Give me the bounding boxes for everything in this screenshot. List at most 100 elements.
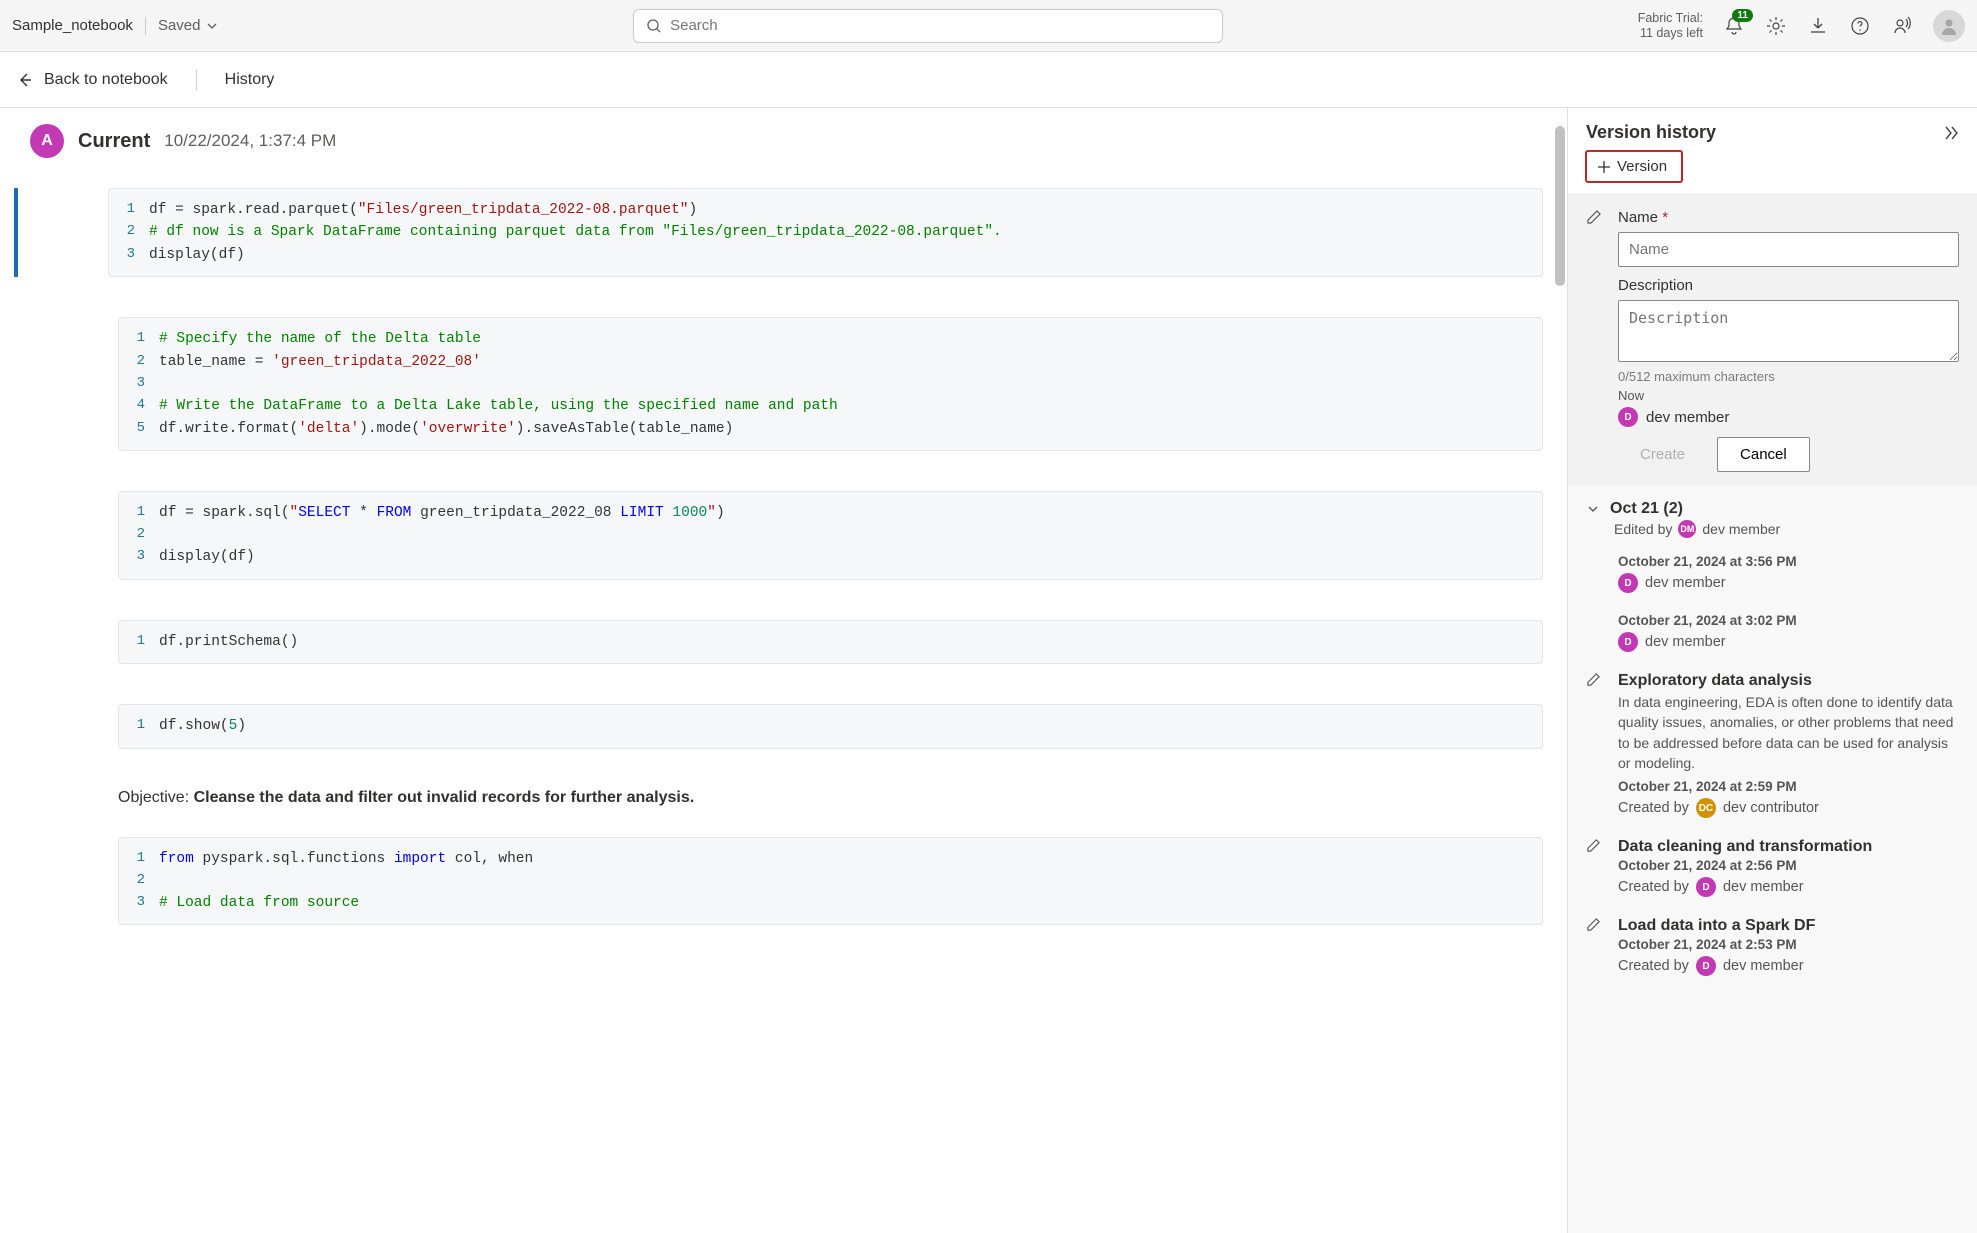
trial-line2: 11 days left bbox=[1638, 26, 1703, 41]
named-version-item[interactable]: Exploratory data analysis In data engine… bbox=[1568, 662, 1977, 828]
search-input[interactable] bbox=[670, 17, 1210, 34]
document-name[interactable]: Sample_notebook bbox=[12, 17, 133, 34]
panel-toolbar: Version bbox=[1568, 151, 1977, 194]
code-cell-3[interactable]: 1df = spark.sql("SELECT * FROM green_tri… bbox=[118, 491, 1543, 580]
download-icon bbox=[1808, 16, 1828, 36]
version-title: Data cleaning and transformation bbox=[1618, 838, 1959, 856]
user-avatar[interactable] bbox=[1933, 10, 1965, 42]
user-badge: D bbox=[1618, 573, 1638, 593]
help-button[interactable] bbox=[1849, 15, 1871, 37]
notebook-cells[interactable]: 1df = spark.read.parquet("Files/green_tr… bbox=[0, 168, 1567, 1233]
topbar-left: Sample_notebook Saved bbox=[12, 17, 218, 35]
group-subtitle: Edited by DM dev member bbox=[1568, 520, 1977, 538]
history-item[interactable]: October 21, 2024 at 3:56 PM D dev member bbox=[1568, 544, 1977, 603]
settings-button[interactable] bbox=[1765, 15, 1787, 37]
version-title: Load data into a Spark DF bbox=[1618, 917, 1959, 935]
user-badge: D bbox=[1618, 407, 1638, 427]
panel-title: Version history bbox=[1586, 122, 1716, 143]
back-to-notebook-link[interactable]: Back to notebook bbox=[16, 71, 168, 89]
pencil-icon[interactable] bbox=[1586, 917, 1601, 932]
history-ts: October 21, 2024 at 3:02 PM bbox=[1618, 613, 1959, 628]
user-badge: D bbox=[1618, 632, 1638, 652]
history-item[interactable]: October 21, 2024 at 3:02 PM D dev member bbox=[1568, 603, 1977, 662]
person-icon bbox=[1939, 16, 1959, 36]
version-title: Exploratory data analysis bbox=[1618, 672, 1959, 690]
current-user: D dev member bbox=[1618, 407, 1959, 427]
user-badge: DC bbox=[1696, 798, 1716, 818]
plus-icon bbox=[1597, 160, 1611, 174]
editor-name: dev member bbox=[1702, 521, 1780, 537]
content-column: A Current 10/22/2024, 1:37:4 PM 1df = sp… bbox=[0, 108, 1567, 1233]
help-icon bbox=[1850, 16, 1870, 36]
notif-badge: 11 bbox=[1732, 9, 1753, 22]
code-cell-2[interactable]: 1# Specify the name of the Delta table 2… bbox=[118, 317, 1543, 451]
pencil-icon[interactable] bbox=[1586, 838, 1601, 853]
version-header: A Current 10/22/2024, 1:37:4 PM bbox=[0, 108, 1567, 168]
editor-badge: DM bbox=[1678, 520, 1696, 538]
history-group-header[interactable]: Oct 21 (2) bbox=[1568, 486, 1977, 520]
md-text: Cleanse the data and filter out invalid … bbox=[194, 789, 695, 806]
user-name: dev contributor bbox=[1723, 800, 1819, 816]
pencil-icon[interactable] bbox=[1586, 672, 1601, 687]
panel-header: Version history bbox=[1568, 108, 1977, 151]
cell-group: 1df = spark.read.parquet("Files/green_tr… bbox=[14, 188, 1543, 277]
named-version-item[interactable]: Load data into a Spark DF October 21, 20… bbox=[1568, 907, 1977, 986]
code-cell-6[interactable]: 1from pyspark.sql.functions import col, … bbox=[118, 837, 1543, 926]
saved-label: Saved bbox=[158, 17, 201, 34]
user-name: dev member bbox=[1646, 409, 1729, 426]
cancel-button[interactable]: Cancel bbox=[1717, 437, 1810, 472]
pencil-icon bbox=[1586, 209, 1602, 225]
topbar-right: Fabric Trial: 11 days left 11 bbox=[1638, 10, 1965, 42]
user-badge: D bbox=[1696, 956, 1716, 976]
save-status[interactable]: Saved bbox=[158, 17, 219, 34]
code-cell-4[interactable]: 1df.printSchema() bbox=[118, 620, 1543, 664]
history-ts: October 21, 2024 at 3:56 PM bbox=[1618, 554, 1959, 569]
description-input[interactable] bbox=[1618, 300, 1959, 362]
code-cell-1[interactable]: 1df = spark.read.parquet("Files/green_tr… bbox=[108, 188, 1543, 277]
separator bbox=[196, 69, 197, 91]
chevron-double-right-icon bbox=[1943, 125, 1959, 141]
crumb-history: History bbox=[225, 71, 275, 89]
named-version-item[interactable]: Data cleaning and transformation October… bbox=[1568, 828, 1977, 907]
trial-line1: Fabric Trial: bbox=[1638, 11, 1703, 26]
trial-status: Fabric Trial: 11 days left bbox=[1638, 11, 1703, 41]
version-history-panel: Version history Version Name * Descripti… bbox=[1567, 108, 1977, 1233]
breadcrumb-bar: Back to notebook History bbox=[0, 52, 1977, 108]
notifications-button[interactable]: 11 bbox=[1723, 15, 1745, 37]
create-button[interactable]: Create bbox=[1618, 437, 1707, 472]
feedback-button[interactable] bbox=[1891, 15, 1913, 37]
user-name: dev member bbox=[1645, 634, 1726, 650]
version-by: Created by D dev member bbox=[1618, 877, 1959, 897]
history-user: D dev member bbox=[1618, 632, 1959, 652]
topbar: Sample_notebook Saved Fabric Trial: 11 d… bbox=[0, 0, 1977, 52]
download-button[interactable] bbox=[1807, 15, 1829, 37]
chevron-down-icon bbox=[206, 20, 218, 32]
new-version-form: Name * Description 0/512 maximum charact… bbox=[1568, 195, 1977, 486]
user-name: dev member bbox=[1645, 575, 1726, 591]
version-ts: October 21, 2024 at 2:56 PM bbox=[1618, 858, 1959, 873]
char-counter: 0/512 maximum characters bbox=[1618, 369, 1959, 384]
history-user: D dev member bbox=[1618, 573, 1959, 593]
chevron-down-icon bbox=[1586, 502, 1600, 516]
user-name: dev member bbox=[1723, 879, 1804, 895]
gear-icon bbox=[1766, 16, 1786, 36]
panel-collapse-button[interactable] bbox=[1943, 125, 1959, 141]
back-label: Back to notebook bbox=[44, 71, 168, 89]
version-timestamp: 10/22/2024, 1:37:4 PM bbox=[164, 131, 336, 151]
search-wrap bbox=[230, 9, 1625, 43]
search-box[interactable] bbox=[633, 9, 1223, 43]
markdown-cell[interactable]: Objective: Cleanse the data and filter o… bbox=[118, 789, 1543, 807]
version-by: Created by DC dev contributor bbox=[1618, 798, 1959, 818]
version-ts: October 21, 2024 at 2:53 PM bbox=[1618, 937, 1959, 952]
name-label: Name * bbox=[1618, 209, 1959, 226]
name-input[interactable] bbox=[1618, 232, 1959, 267]
new-version-button[interactable]: Version bbox=[1586, 151, 1682, 182]
version-btn-label: Version bbox=[1617, 158, 1667, 175]
panel-body[interactable]: Name * Description 0/512 maximum charact… bbox=[1568, 194, 1977, 1233]
code-cell-5[interactable]: 1df.show(5) bbox=[118, 704, 1543, 748]
description-label: Description bbox=[1618, 277, 1959, 294]
scrollbar-thumb[interactable] bbox=[1555, 126, 1565, 286]
version-avatar: A bbox=[30, 124, 64, 158]
user-badge: D bbox=[1696, 877, 1716, 897]
md-label: Objective: bbox=[118, 789, 194, 806]
